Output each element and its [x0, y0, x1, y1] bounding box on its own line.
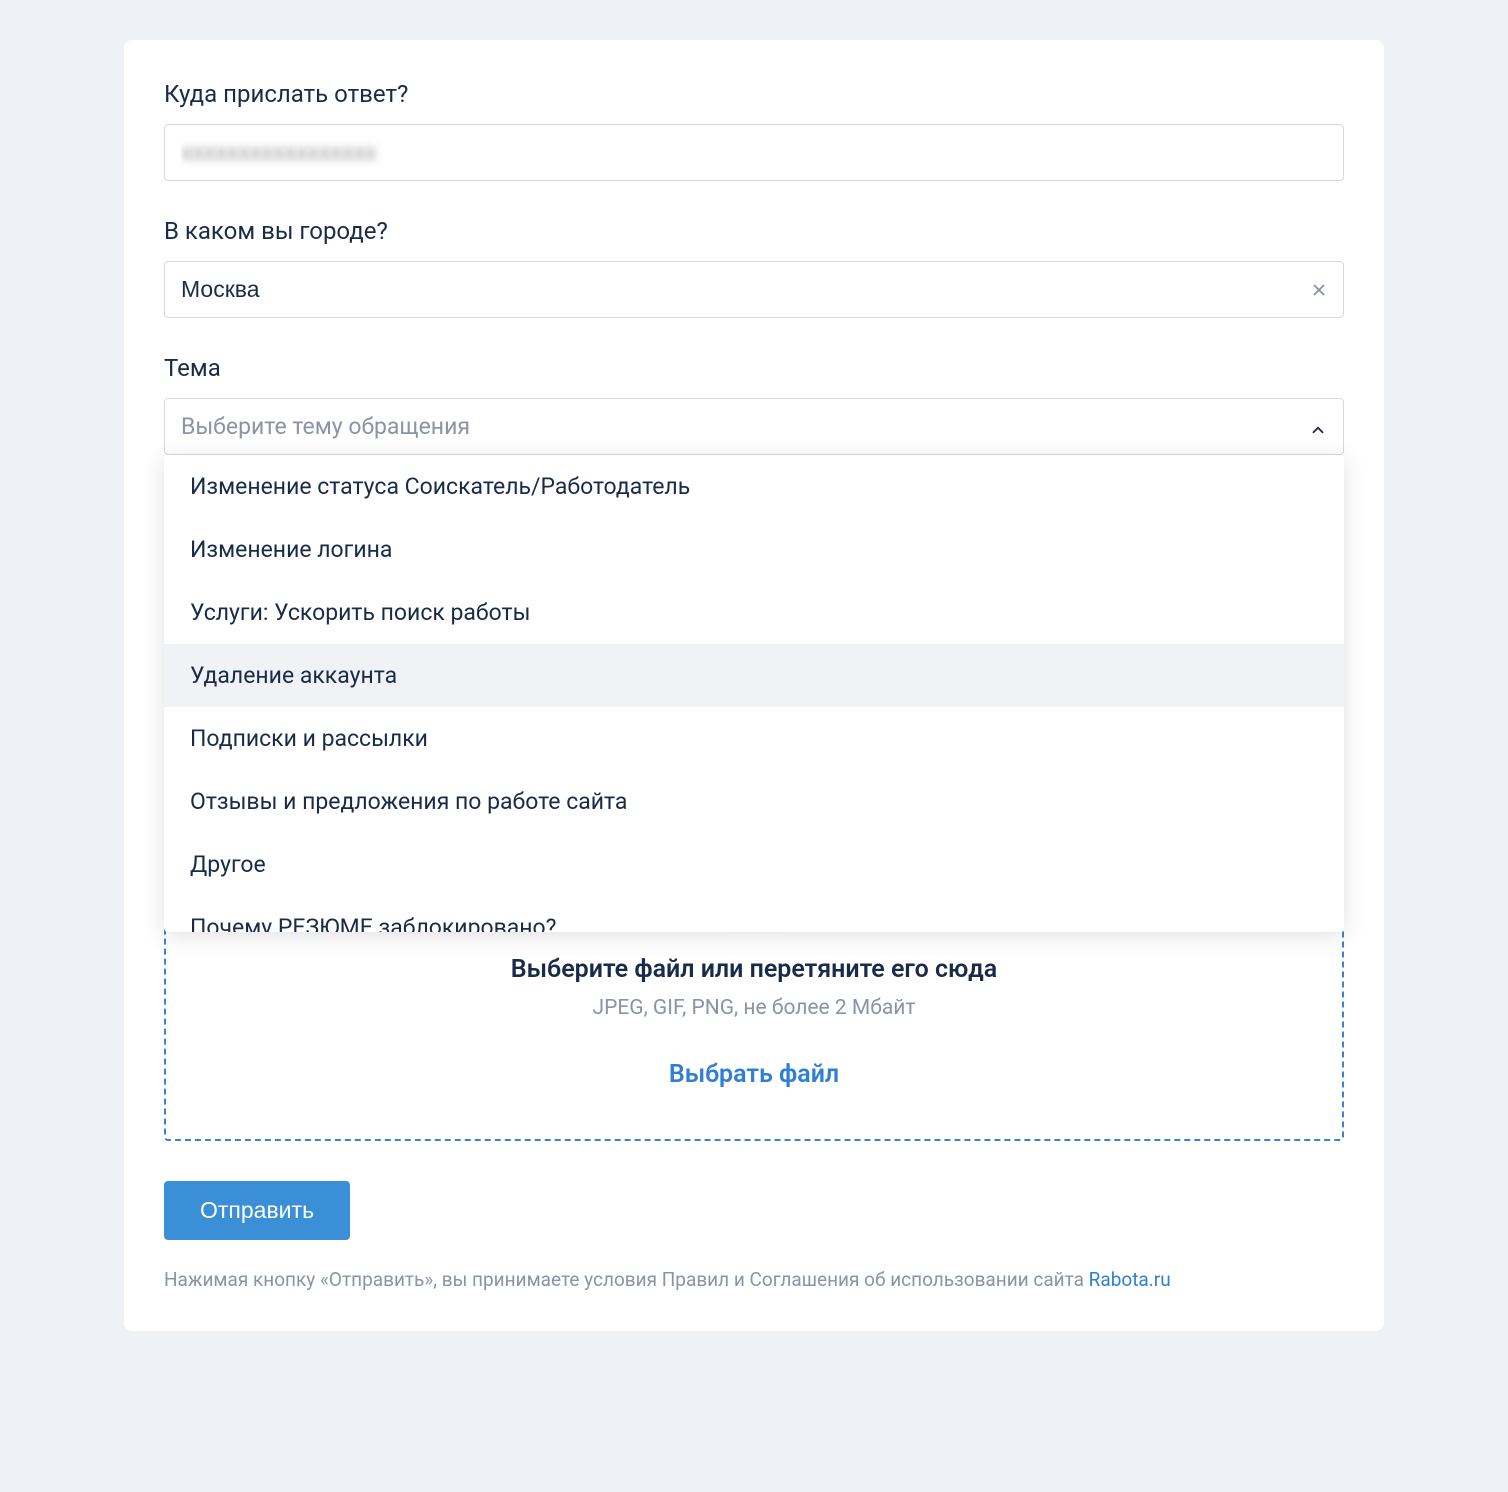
topic-select[interactable]: Выберите тему обращения — [164, 398, 1344, 455]
topic-option[interactable]: Изменение логина — [164, 518, 1344, 581]
dropzone-title: Выберите файл или перетяните его сюда — [206, 955, 1302, 984]
city-input-wrapper — [164, 261, 1344, 318]
email-input[interactable] — [164, 124, 1344, 181]
form-card: Куда прислать ответ? В каком вы городе? … — [124, 40, 1384, 1331]
topic-group: Тема Выберите тему обращения — [164, 354, 1344, 455]
legal-text: Нажимая кнопку «Отправить», вы принимает… — [164, 1268, 1344, 1291]
topic-option[interactable]: Удаление аккаунта — [164, 644, 1344, 707]
email-label: Куда прислать ответ? — [164, 80, 1344, 108]
topic-option[interactable]: Услуги: Ускорить поиск работы — [164, 581, 1344, 644]
city-label: В каком вы городе? — [164, 217, 1344, 245]
topic-option[interactable]: Подписки и рассылки — [164, 707, 1344, 770]
topic-option[interactable]: Почему РЕЗЮМЕ заблокировано? — [164, 896, 1344, 932]
clear-city-icon[interactable] — [1310, 281, 1328, 299]
city-input[interactable] — [164, 261, 1344, 318]
topic-placeholder: Выберите тему обращения — [181, 413, 470, 440]
choose-file-link[interactable]: Выбрать файл — [206, 1060, 1302, 1089]
topic-dropdown: Изменение статуса Соискатель/Работодател… — [164, 455, 1344, 932]
email-group: Куда прислать ответ? — [164, 80, 1344, 181]
topic-option[interactable]: Отзывы и предложения по работе сайта — [164, 770, 1344, 833]
topic-option[interactable]: Изменение статуса Соискатель/Работодател… — [164, 455, 1344, 518]
legal-link[interactable]: Rabota.ru — [1089, 1268, 1171, 1291]
submit-button[interactable]: Отправить — [164, 1181, 350, 1240]
city-group: В каком вы городе? — [164, 217, 1344, 318]
dropzone-hint: JPEG, GIF, PNG, не более 2 Мбайт — [206, 996, 1302, 1020]
legal-prefix: Нажимая кнопку «Отправить», вы принимает… — [164, 1268, 1089, 1291]
topic-option[interactable]: Другое — [164, 833, 1344, 896]
topic-label: Тема — [164, 354, 1344, 382]
chevron-up-icon — [1309, 418, 1327, 436]
